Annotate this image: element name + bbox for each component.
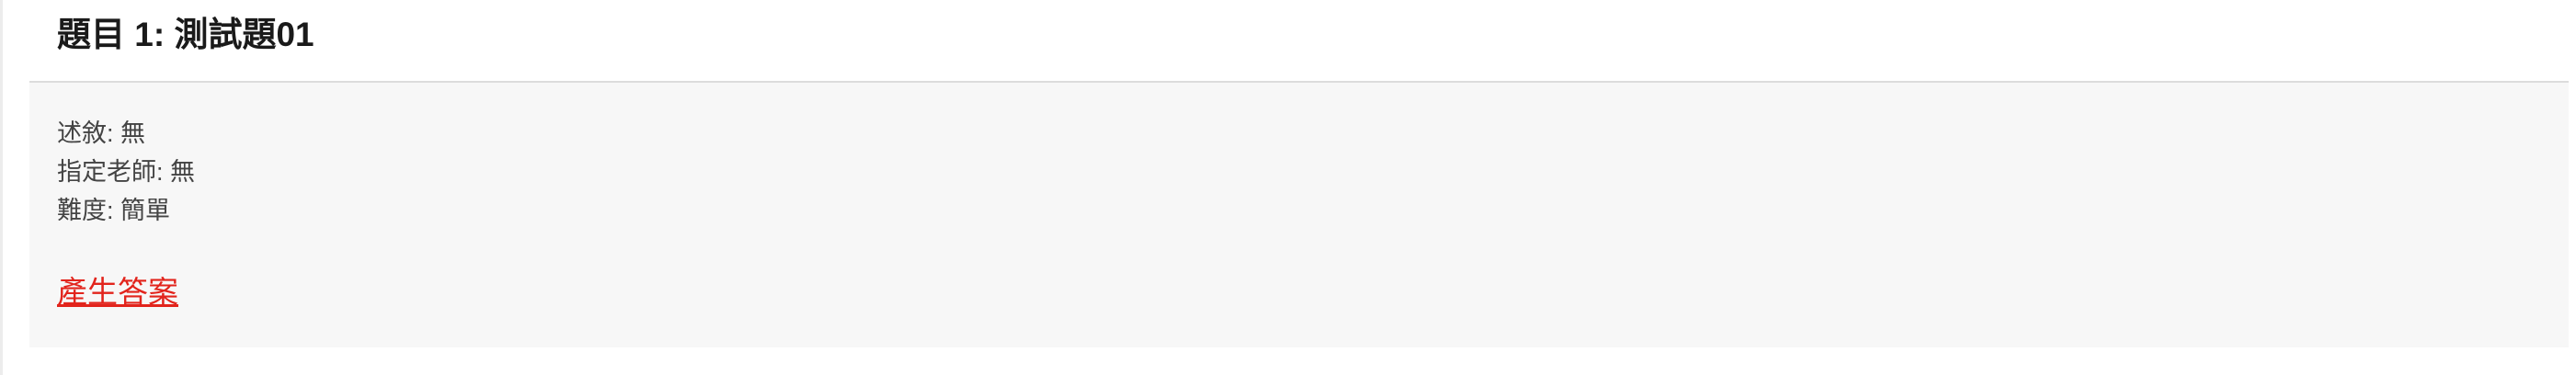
question-card: 題目 1: 測試題01 述敘: 無 指定老師: 無 難度: 簡單 產生答案: [29, 0, 2569, 347]
question-assigned-teacher: 指定老師: 無: [57, 158, 196, 186]
generate-answer-link[interactable]: 產生答案: [57, 274, 178, 311]
question-title: 題目 1: 測試題01: [57, 16, 314, 53]
left-edge-divider: [0, 0, 3, 375]
question-card-body: 述敘: 無 指定老師: 無 難度: 簡單 產生答案: [29, 83, 2569, 347]
question-difficulty: 難度: 簡單: [57, 197, 171, 224]
question-card-header: 題目 1: 測試題01: [29, 0, 2569, 83]
question-description: 述敘: 無: [57, 119, 146, 147]
page: 題目 1: 測試題01 述敘: 無 指定老師: 無 難度: 簡單 產生答案: [0, 0, 2576, 375]
